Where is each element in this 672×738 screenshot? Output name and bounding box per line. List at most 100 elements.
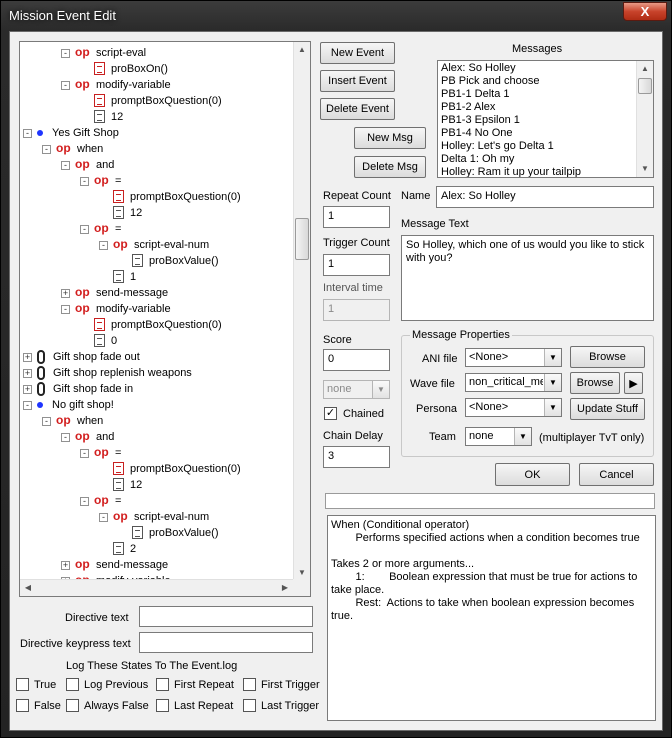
scroll-left-arrow-icon[interactable]: ◀ xyxy=(20,580,36,596)
tree-node[interactable]: proBoxValue() xyxy=(20,253,290,269)
tree-node[interactable]: + Gift shop fade in xyxy=(20,381,290,397)
collapse-icon[interactable]: - xyxy=(61,305,70,314)
trigger-count-input[interactable]: 1 xyxy=(323,254,390,276)
expand-icon[interactable]: + xyxy=(23,369,32,378)
tree-vertical-scrollbar[interactable]: ▲ ▼ xyxy=(293,42,310,581)
tree-node[interactable]: - No gift shop! xyxy=(20,397,290,413)
insert-event-button[interactable]: Insert Event xyxy=(320,70,395,92)
tree-node[interactable]: + op send-message xyxy=(20,557,290,573)
tree-node[interactable]: - op when xyxy=(20,141,290,157)
tree-node[interactable]: 1 xyxy=(20,269,290,285)
tree-node[interactable]: - op modify-variable xyxy=(20,77,290,93)
collapse-icon[interactable]: - xyxy=(80,225,89,234)
message-list-item[interactable]: PB1-1 Delta 1 xyxy=(441,88,509,100)
scroll-right-arrow-icon[interactable]: ▶ xyxy=(277,580,293,596)
tree-horizontal-scrollbar[interactable]: ◀ ▶ xyxy=(20,579,293,596)
log-checkbox[interactable] xyxy=(16,678,29,691)
log-checkbox[interactable] xyxy=(243,699,256,712)
messages-list[interactable]: Alex: So Holley PB Pick and choose PB1-1 D… xyxy=(437,60,654,178)
team-select[interactable]: none ▼ xyxy=(465,427,532,446)
tree-node[interactable]: 0 xyxy=(20,333,290,349)
tree-node[interactable]: promptBoxQuestion(0) xyxy=(20,189,290,205)
update-stuff-button[interactable]: Update Stuff xyxy=(570,398,645,420)
message-list-item[interactable]: Alex: So Holley xyxy=(441,62,516,74)
tree-node[interactable]: - op = xyxy=(20,445,290,461)
collapse-icon[interactable]: - xyxy=(23,401,32,410)
collapse-icon[interactable]: - xyxy=(61,161,70,170)
log-checkbox[interactable] xyxy=(66,699,79,712)
browse-wave-button[interactable]: Browse xyxy=(570,372,620,394)
collapse-icon[interactable]: - xyxy=(99,241,108,250)
collapse-icon[interactable]: - xyxy=(42,145,51,154)
close-button[interactable]: X xyxy=(623,2,667,21)
tree-node[interactable]: - op when xyxy=(20,413,290,429)
directive-text-input[interactable] xyxy=(139,606,313,627)
collapse-icon[interactable]: - xyxy=(61,49,70,58)
collapse-icon[interactable]: - xyxy=(23,129,32,138)
message-list-item[interactable]: Holley: Let's go Delta 1 xyxy=(441,140,554,152)
tree-node[interactable]: 2 xyxy=(20,541,290,557)
collapse-icon[interactable]: - xyxy=(80,497,89,506)
ok-button[interactable]: OK xyxy=(495,463,570,486)
message-text-input[interactable]: So Holley, which one of us would you lik… xyxy=(401,235,654,321)
tree-node[interactable]: promptBoxQuestion(0) xyxy=(20,317,290,333)
tree-node[interactable]: 12 xyxy=(20,477,290,493)
tree-node[interactable]: - op and xyxy=(20,429,290,445)
tree-node[interactable]: + op send-message xyxy=(20,285,290,301)
tree-node[interactable]: promptBoxQuestion(0) xyxy=(20,461,290,477)
collapse-icon[interactable]: - xyxy=(61,433,70,442)
tree-node[interactable]: 12 xyxy=(20,205,290,221)
tree-node[interactable]: proBoxValue() xyxy=(20,525,290,541)
tree-node[interactable]: - op = xyxy=(20,221,290,237)
chain-delay-input[interactable]: 3 xyxy=(323,446,390,468)
repeat-count-input[interactable]: 1 xyxy=(323,206,390,228)
tree-node[interactable]: - op = xyxy=(20,493,290,509)
new-event-button[interactable]: New Event xyxy=(320,42,395,64)
log-checkbox[interactable] xyxy=(156,678,169,691)
expand-icon[interactable]: + xyxy=(23,385,32,394)
tree-node[interactable]: + Gift shop replenish weapons xyxy=(20,365,290,381)
tree-node[interactable]: + Gift shop fade out xyxy=(20,349,290,365)
collapse-icon[interactable]: - xyxy=(80,177,89,186)
message-list-item[interactable]: PB1-4 No One xyxy=(441,127,513,139)
collapse-icon[interactable]: - xyxy=(61,81,70,90)
scroll-down-arrow-icon[interactable]: ▼ xyxy=(637,161,653,177)
scroll-up-arrow-icon[interactable]: ▲ xyxy=(294,42,310,58)
tree-node[interactable]: - op script-eval-num xyxy=(20,509,290,525)
message-list-item[interactable]: PB1-3 Epsilon 1 xyxy=(441,114,520,126)
message-list-item[interactable]: Holley: Ram it up your tailpip xyxy=(441,166,581,177)
browse-ani-button[interactable]: Browse xyxy=(570,346,645,368)
title-bar[interactable]: Mission Event Edit X xyxy=(1,1,671,31)
scroll-thumb[interactable] xyxy=(638,78,652,94)
ani-file-select[interactable]: <None> ▼ xyxy=(465,348,562,367)
delete-msg-button[interactable]: Delete Msg xyxy=(354,156,426,178)
tree-node[interactable]: - op modify-variable xyxy=(20,301,290,317)
score-input[interactable]: 0 xyxy=(323,349,390,371)
collapse-icon[interactable]: - xyxy=(80,449,89,458)
log-checkbox[interactable] xyxy=(156,699,169,712)
collapse-icon[interactable]: - xyxy=(99,513,108,522)
interval-time-input[interactable]: 1 xyxy=(323,299,390,321)
directive-keypress-input[interactable] xyxy=(139,632,313,653)
persona-select[interactable]: <None> ▼ xyxy=(465,398,562,417)
play-wave-button[interactable]: ▶ xyxy=(624,372,643,394)
tree-node[interactable]: promptBoxQuestion(0) xyxy=(20,93,290,109)
log-checkbox[interactable] xyxy=(66,678,79,691)
new-msg-button[interactable]: New Msg xyxy=(354,127,426,149)
scroll-thumb[interactable] xyxy=(295,218,309,260)
tree-node[interactable]: - op script-eval xyxy=(20,45,290,61)
scroll-up-arrow-icon[interactable]: ▲ xyxy=(637,61,653,77)
tree-node[interactable]: - op and xyxy=(20,157,290,173)
messages-scrollbar[interactable]: ▲ ▼ xyxy=(636,61,653,177)
tree-node[interactable]: - op = xyxy=(20,173,290,189)
tree-node[interactable]: proBoxOn() xyxy=(20,61,290,77)
log-checkbox[interactable] xyxy=(16,699,29,712)
expand-icon[interactable]: + xyxy=(61,561,70,570)
help-text-box[interactable]: When (Conditional operator) Performs spe… xyxy=(327,515,656,721)
tree-node[interactable]: - op script-eval-num xyxy=(20,237,290,253)
delete-event-button[interactable]: Delete Event xyxy=(320,98,395,120)
name-input[interactable]: Alex: So Holley xyxy=(436,186,654,208)
message-list-item[interactable]: Delta 1: Oh my xyxy=(441,153,514,165)
message-list-item[interactable]: PB Pick and choose xyxy=(441,75,539,87)
wave-file-select[interactable]: non_critical_mec ▼ xyxy=(465,373,562,392)
